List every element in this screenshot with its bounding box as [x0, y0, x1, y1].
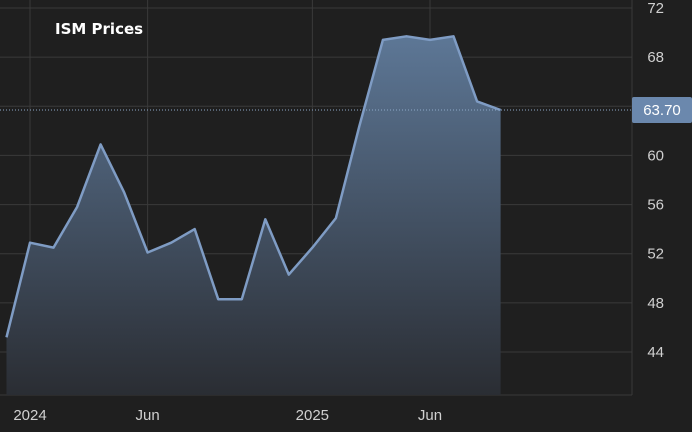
y-tick-label: 60 — [647, 147, 664, 164]
x-tick-label: 2024 — [13, 407, 46, 424]
y-tick-label: 44 — [647, 344, 664, 361]
chart-title: ISM Prices — [55, 20, 143, 38]
chart-svg: 4448525660646872 2024Jun2025Jun 63.70 IS… — [0, 0, 692, 424]
area-fill — [6, 36, 501, 395]
y-tick-label: 72 — [647, 0, 664, 17]
y-axis: 4448525660646872 — [647, 0, 664, 361]
y-tick-label: 56 — [647, 197, 664, 214]
last-value-text: 63.70 — [643, 102, 681, 119]
x-axis: 2024 Jun 2025 Jun — [13, 407, 442, 424]
x-tick-label: Jun — [418, 407, 442, 424]
y-tick-label: 52 — [647, 246, 664, 263]
last-value-label: 63.70 — [632, 96, 692, 123]
x-tick-label: Jun — [136, 407, 160, 424]
y-tick-label: 68 — [647, 49, 664, 66]
x-tick-label: 2025 — [296, 407, 329, 424]
y-tick-label: 48 — [647, 295, 664, 312]
